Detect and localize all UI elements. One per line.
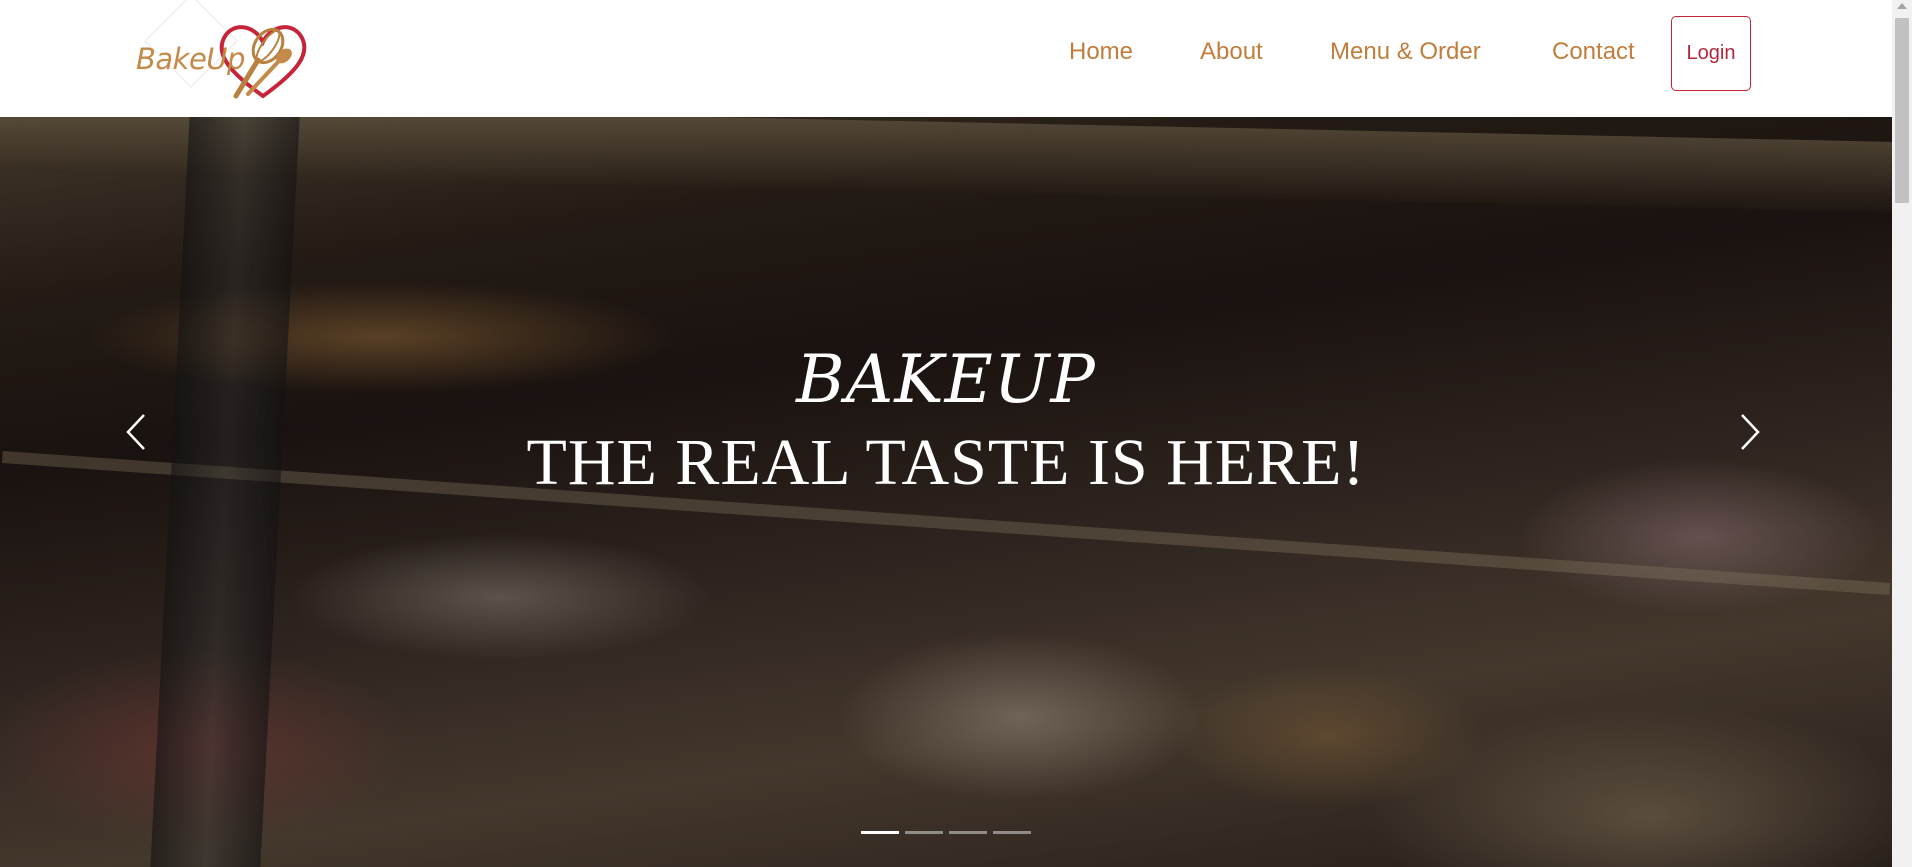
hero-title: BAKEUP — [796, 341, 1096, 418]
carousel-prev-button[interactable] — [116, 407, 156, 457]
carousel-next-button[interactable] — [1730, 407, 1770, 457]
nav-menu-order-link[interactable]: Menu & Order — [1330, 38, 1481, 66]
site-header: BakeUp Home About Menu & Order Contact L… — [0, 0, 1892, 117]
carousel-indicators — [0, 831, 1892, 837]
carousel-indicator-3[interactable] — [949, 831, 987, 834]
chevron-right-icon — [1741, 414, 1760, 450]
carousel-indicator-1[interactable] — [861, 831, 899, 834]
bakeup-logo[interactable]: BakeUp — [128, 0, 328, 104]
carousel-indicator-4[interactable] — [993, 831, 1031, 834]
login-button[interactable]: Login — [1671, 16, 1751, 91]
carousel-indicator-2[interactable] — [905, 831, 943, 834]
logo-text: BakeUp — [136, 42, 245, 76]
nav-about-link[interactable]: About — [1200, 38, 1263, 66]
scroll-up-arrow-icon[interactable] — [1897, 3, 1907, 9]
hero-subtitle: THE REAL TASTE IS HERE! — [526, 426, 1366, 499]
chevron-left-icon — [126, 414, 145, 450]
nav-contact-link[interactable]: Contact — [1552, 38, 1635, 66]
scrollbar-thumb[interactable] — [1895, 18, 1909, 203]
page-scrollbar[interactable] — [1892, 0, 1912, 867]
hero-carousel: BAKEUP THE REAL TASTE IS HERE! — [0, 117, 1892, 867]
nav-home-link[interactable]: Home — [1069, 38, 1133, 66]
